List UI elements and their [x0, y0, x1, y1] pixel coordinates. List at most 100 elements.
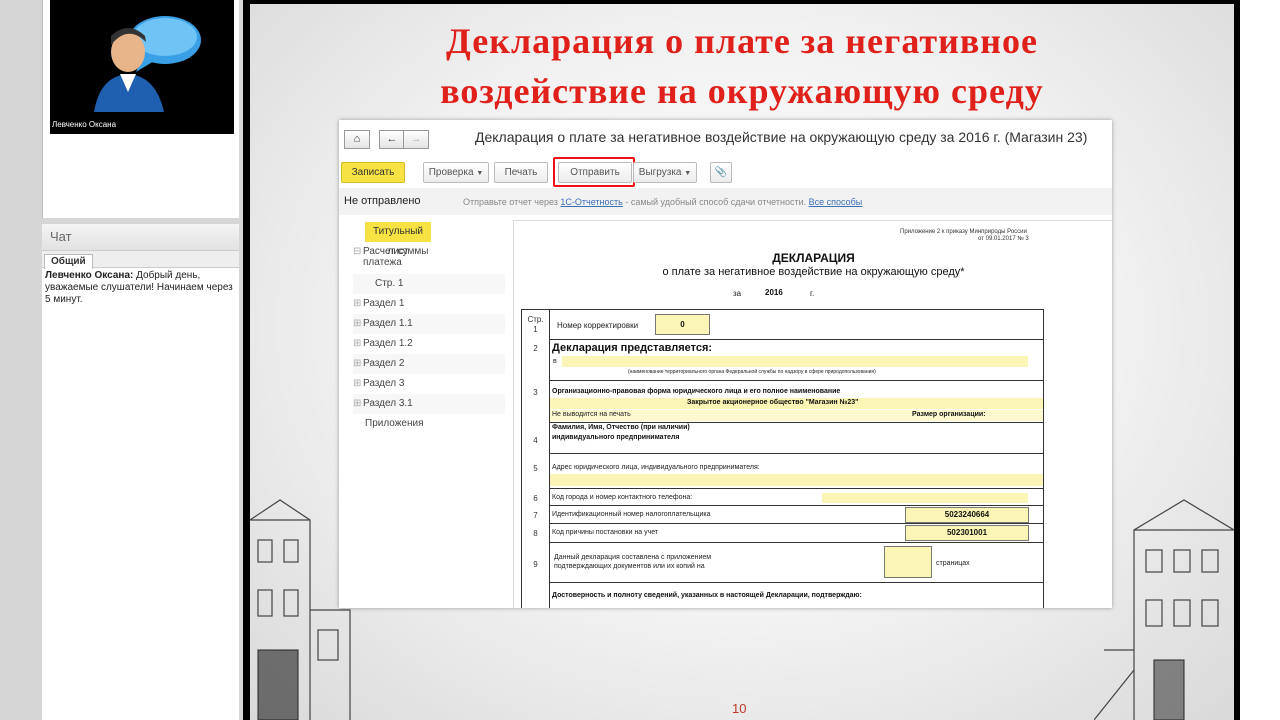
home-icon: ⌂ [353, 133, 361, 145]
forward-button[interactable]: → [403, 130, 429, 149]
presenter-name: Левченко Оксана [52, 120, 117, 129]
phone-input[interactable] [822, 493, 1028, 503]
print-button[interactable]: Печать [494, 162, 548, 183]
arrow-right-icon: → [410, 133, 422, 145]
divider [550, 582, 1043, 583]
row-2-number: 2 [533, 344, 538, 353]
divider [550, 453, 1043, 454]
sidebar-item-section-3-1[interactable]: ⊞ Раздел 3.1 [353, 394, 505, 414]
sidebar-item-section-3[interactable]: ⊞ Раздел 3 [353, 374, 505, 394]
sidebar-item-section-2-label: Раздел 2 [363, 358, 405, 369]
sidebar-item-calc-label: Расчет суммы платежа [363, 246, 429, 268]
expand-icon: ⊞ [353, 398, 362, 409]
sidebar-item-section-2[interactable]: ⊞ Раздел 2 [353, 354, 505, 374]
presented-in: в [553, 358, 557, 365]
sidebar-item-section-1-1[interactable]: ⊞ Раздел 1.1 [353, 314, 505, 334]
back-button[interactable]: ← [379, 130, 405, 149]
company-name: Закрытое акционерное общество "Магазин №… [687, 399, 859, 406]
attach-button[interactable]: 📎 [710, 162, 732, 183]
expand-icon: ⊞ [353, 298, 362, 309]
sidebar-item-section-1-1-label: Раздел 1.1 [363, 318, 413, 329]
screen: Левченко Оксана Чат Общий Левченко Оксан… [0, 0, 1280, 720]
send-hint-prefix: Отправьте отчет через [463, 197, 558, 207]
window-title: Декларация о плате за негативное воздейс… [475, 129, 1088, 145]
attach-pages-input[interactable] [884, 546, 932, 578]
divider [550, 523, 1043, 524]
expand-icon: ⊞ [353, 338, 362, 349]
sidebar-item-section-1-label: Раздел 1 [363, 298, 405, 309]
presented-label: Декларация представляется: [552, 342, 713, 354]
divider [550, 339, 1043, 340]
declaration-form-window: ⌂ ← → Декларация о плате за негативное в… [339, 120, 1112, 608]
check-label: Проверка [428, 167, 474, 178]
attach-label-2: подтверждающих документов или их копий н… [554, 563, 705, 570]
phone-label: Код города и номер контактного телефона: [552, 494, 693, 501]
row-4-number: 4 [533, 436, 538, 445]
attach-label-1: Данный декларация составлена с приложени… [554, 554, 712, 561]
fio-label-2: индивидуального предпринимателя [552, 434, 680, 441]
legal-form-label: Организационно-правовая форма юридическо… [552, 388, 841, 395]
window-header: ⌂ ← → Декларация о плате за негативное в… [339, 120, 1112, 158]
all-methods-link[interactable]: Все способы [809, 197, 863, 207]
page-label: Стр. [527, 315, 544, 324]
row-9-number: 9 [533, 560, 538, 569]
correction-input[interactable]: 0 [655, 314, 710, 335]
paperclip-icon: 📎 [714, 167, 728, 178]
send-status-bar: Не отправлено Отправьте отчет через 1С-О… [339, 188, 1112, 215]
highlight-frame [553, 157, 635, 187]
pages-label: страницах [936, 560, 970, 567]
inn-label: Идентификационный номер налогоплательщик… [552, 511, 711, 518]
export-dropdown-button[interactable]: Выгрузка ▼ [633, 162, 697, 183]
arrow-left-icon: ← [386, 133, 398, 145]
divider [550, 380, 1043, 381]
send-status: Не отправлено [344, 195, 421, 207]
divider [550, 422, 1043, 423]
fio-label-1: Фамилия, Имя, Отчество (при наличии) [552, 424, 690, 431]
sidebar-item-section-1-2-label: Раздел 1.2 [363, 338, 413, 349]
row-6-number: 6 [533, 494, 538, 503]
expand-icon: ⊞ [353, 378, 362, 389]
appendix-note-1: Приложение 2 к приказу Минприроды России [900, 229, 1027, 235]
sidebar-item-page1[interactable]: Стр. 1 [353, 274, 505, 294]
home-button[interactable]: ⌂ [344, 130, 370, 149]
send-hint-suffix: - самый удобный способ сдачи отчетности. [625, 197, 807, 207]
presenter-video: Левченко Оксана [50, 0, 234, 134]
expand-icon: ⊞ [353, 358, 362, 369]
expand-icon: ⊞ [353, 318, 362, 329]
sidebar-item-section-1[interactable]: ⊞ Раздел 1 [353, 294, 505, 314]
save-button[interactable]: Записать [341, 162, 405, 183]
kpp-label: Код причины постановки на учет [552, 529, 659, 536]
sidebar-item-appendix[interactable]: Приложения [353, 414, 505, 434]
check-dropdown-button[interactable]: Проверка ▼ [423, 162, 489, 183]
authority-caption: (наименование территориального органа Фе… [628, 369, 876, 375]
sidebar-item-section-1-2[interactable]: ⊞ Раздел 1.2 [353, 334, 505, 354]
webinar-panel: Левченко Оксана Чат Общий Левченко Оксан… [0, 0, 243, 720]
chat-tab-general[interactable]: Общий [44, 254, 93, 269]
year-suffix: г. [810, 289, 815, 298]
slide-title-line-1: Декларация о плате за негативное [446, 21, 1038, 61]
send-hint: Отправьте отчет через 1С-Отчетность - са… [463, 197, 862, 207]
chat-title: Чат [42, 224, 239, 251]
confirm-label: Достоверность и полноту сведений, указан… [552, 592, 862, 599]
address-input[interactable] [550, 474, 1043, 486]
right-margin [1240, 0, 1280, 720]
not-printed-note: Не выводится на печать [552, 411, 631, 418]
sidebar-item-calc[interactable]: ⊟ Расчет суммы платежа [353, 246, 505, 268]
1c-reporting-link[interactable]: 1С-Отчетность [560, 197, 622, 207]
presenter-avatar-icon [94, 16, 201, 112]
divider [550, 488, 1043, 489]
sections-sidebar: Титульный лист ⊟ Расчет суммы платежа Стр… [339, 220, 506, 608]
declaration-document: Приложение 2 к приказу Минприроды России… [513, 220, 1112, 608]
chat-message-author: Левченко Оксана: [45, 270, 134, 281]
collapse-icon: ⊟ [353, 246, 362, 257]
row-8-number: 8 [533, 529, 538, 538]
authority-input[interactable] [562, 356, 1028, 367]
sidebar-item-section-3-1-label: Раздел 3.1 [363, 398, 413, 409]
export-label: Выгрузка [638, 167, 682, 178]
inn-input[interactable]: 5023240664 [905, 507, 1029, 523]
sidebar-item-title-page[interactable]: Титульный лист [365, 222, 431, 257]
divider [550, 505, 1043, 506]
presentation-slide: Декларация о плате за негативное воздейс… [250, 4, 1234, 720]
year-value[interactable]: 2016 [765, 288, 783, 297]
kpp-input[interactable]: 502301001 [905, 525, 1029, 541]
